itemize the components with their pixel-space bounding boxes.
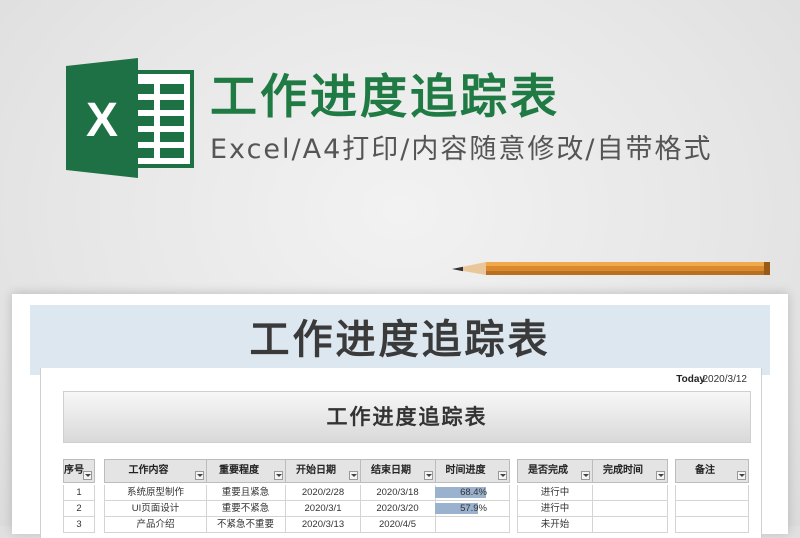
cell-end[interactable]: 2020/3/18 bbox=[360, 485, 436, 501]
filter-dropdown-icon[interactable] bbox=[195, 471, 204, 480]
pencil-icon bbox=[452, 262, 770, 275]
column-header-label: 结束日期 bbox=[371, 465, 411, 476]
cell-seq[interactable]: 2 bbox=[63, 501, 95, 517]
cell-start[interactable]: 2020/2/28 bbox=[285, 485, 361, 501]
cell-end[interactable]: 2020/4/5 bbox=[360, 517, 436, 533]
cell-note[interactable] bbox=[675, 485, 749, 501]
banner-subtitle: Excel/A4打印/内容随意修改/自带格式 bbox=[210, 134, 713, 165]
cell-seq[interactable]: 1 bbox=[63, 485, 95, 501]
filter-dropdown-icon[interactable] bbox=[274, 471, 283, 480]
cell-priority[interactable]: 重要且紧急 bbox=[206, 485, 286, 501]
filter-dropdown-icon[interactable] bbox=[737, 471, 746, 480]
cell-done[interactable]: 进行中 bbox=[517, 485, 593, 501]
filter-dropdown-icon[interactable] bbox=[349, 471, 358, 480]
cell-done-time[interactable] bbox=[592, 485, 668, 501]
column-header-label: 时间进度 bbox=[445, 465, 486, 476]
cell-note[interactable] bbox=[675, 501, 749, 517]
column-header-end[interactable]: 结束日期 bbox=[360, 459, 436, 483]
column-header-label: 重要程度 bbox=[219, 465, 259, 476]
today-value: 2020/3/12 bbox=[702, 374, 748, 385]
cell-content[interactable]: 产品介绍 bbox=[104, 517, 207, 533]
column-header-start[interactable]: 开始日期 bbox=[285, 459, 361, 483]
filter-dropdown-icon[interactable] bbox=[424, 471, 433, 480]
cell-content[interactable]: UI页面设计 bbox=[104, 501, 207, 517]
sheet-body: Today 2020/3/12 工作进度追踪表 序号 工作内容 重要程度 开始日… bbox=[40, 368, 762, 538]
cell-content[interactable]: 系统原型制作 bbox=[104, 485, 207, 501]
column-header-note[interactable]: 备注 bbox=[675, 459, 749, 483]
inner-title: 工作进度追踪表 bbox=[63, 391, 751, 443]
cell-start[interactable]: 2020/3/1 bbox=[285, 501, 361, 517]
cell-progress[interactable]: 57.9% bbox=[435, 501, 510, 517]
column-header-label: 是否完成 bbox=[528, 465, 568, 476]
cell-done-time[interactable] bbox=[592, 517, 668, 533]
column-header-label: 开始日期 bbox=[296, 465, 336, 476]
column-header-label: 备注 bbox=[695, 465, 715, 476]
sheet-header-title: 工作进度追踪表 bbox=[249, 317, 551, 363]
logo-letter: X bbox=[86, 94, 118, 147]
cell-end[interactable]: 2020/3/20 bbox=[360, 501, 436, 517]
column-header-content[interactable]: 工作内容 bbox=[104, 459, 207, 483]
column-header-done[interactable]: 是否完成 bbox=[517, 459, 593, 483]
column-header-label: 完成时间 bbox=[603, 465, 643, 476]
cell-start[interactable]: 2020/3/13 bbox=[285, 517, 361, 533]
cell-progress[interactable]: 68.4% bbox=[435, 485, 510, 501]
column-header-label: 序号 bbox=[64, 465, 84, 476]
column-header-done-time[interactable]: 完成时间 bbox=[592, 459, 668, 483]
filter-dropdown-icon[interactable] bbox=[83, 471, 92, 480]
cell-done[interactable]: 进行中 bbox=[517, 501, 593, 517]
cell-priority[interactable]: 重要不紧急 bbox=[206, 501, 286, 517]
excel-logo-icon: X bbox=[66, 58, 194, 178]
column-header-priority[interactable]: 重要程度 bbox=[206, 459, 286, 483]
cell-done[interactable]: 未开始 bbox=[517, 517, 593, 533]
cell-seq[interactable]: 3 bbox=[63, 517, 95, 533]
cell-note[interactable] bbox=[675, 517, 749, 533]
progress-value: 57.9% bbox=[460, 503, 487, 514]
cell-done-time[interactable] bbox=[592, 501, 668, 517]
cell-priority[interactable]: 不紧急不重要 bbox=[206, 517, 286, 533]
filter-dropdown-icon[interactable] bbox=[581, 471, 590, 480]
column-header-seq[interactable]: 序号 bbox=[63, 459, 95, 483]
filter-dropdown-icon[interactable] bbox=[498, 471, 507, 480]
cell-progress[interactable] bbox=[435, 517, 510, 533]
column-header-progress[interactable]: 时间进度 bbox=[435, 459, 510, 483]
filter-dropdown-icon[interactable] bbox=[656, 471, 665, 480]
banner-title: 工作进度追踪表 bbox=[210, 70, 560, 125]
progress-value: 68.4% bbox=[460, 487, 487, 498]
column-header-label: 工作内容 bbox=[128, 465, 169, 476]
